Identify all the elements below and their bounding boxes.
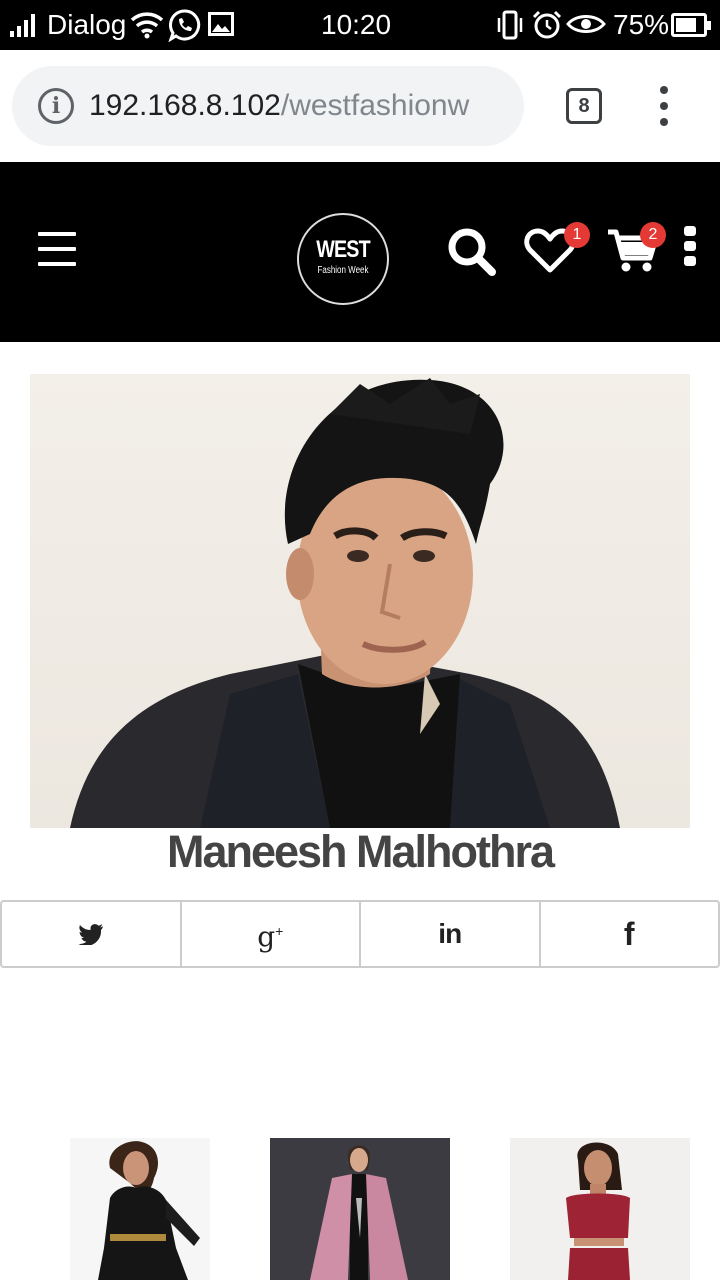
linkedin-icon: in [438,918,462,949]
vibrate-icon [497,10,523,40]
whatsapp-icon [168,9,201,42]
url-path: /westfashionw [280,89,470,122]
cart-count-badge: 2 [640,222,666,248]
designer-name: Maneesh Malhothra [166,826,555,877]
tabs-icon[interactable]: 8 [566,88,602,124]
product-thumbnail-1[interactable] [70,1138,210,1280]
google-plus-icon: g+ [257,920,284,954]
product-thumbnail-3[interactable] [510,1138,690,1280]
wishlist-count-badge: 1 [564,222,590,248]
battery-icon [671,13,711,37]
info-icon[interactable]: i [38,88,74,124]
menu-icon[interactable] [38,232,76,266]
product-image-pink-coat [310,1145,408,1280]
portrait-illustration [70,378,620,828]
eye-icon [566,15,606,33]
alarm-icon [532,10,562,39]
share-facebook-button[interactable]: f [539,900,720,968]
share-bar: g+ in f [0,900,720,968]
product-thumbnail-2[interactable] [270,1138,450,1280]
twitter-icon [78,924,103,945]
designer-portrait [30,374,690,828]
battery-percent: 75% [613,9,670,40]
url-text[interactable]: 192.168.8.102/westfashionw [89,87,517,125]
share-linkedin-button[interactable]: in [360,900,540,968]
wifi-icon [130,12,164,39]
logo-subtitle: Fashion Week [317,265,369,276]
search-icon[interactable] [446,226,498,278]
clock: 10:20 [321,9,392,40]
carrier-name: Dialog [47,9,127,40]
product-image-red-top [566,1142,630,1280]
facebook-icon: f [623,915,635,952]
gallery-icon [208,12,234,36]
browser-toolbar: i 192.168.8.102/westfashionw 8 [0,50,720,162]
brand-logo[interactable]: WEST Fashion Week [297,213,389,305]
url-host: 192.168.8.102 [89,89,281,122]
logo-title: WEST [316,236,370,263]
status-bar: Dialog 10:20 75% [0,0,720,50]
site-header: WEST Fashion Week 1 2 [0,162,720,342]
share-google-plus-button[interactable]: g+ [180,900,360,968]
header-more-icon[interactable] [683,226,697,266]
address-bar[interactable]: i 192.168.8.102/westfashionw [12,66,524,146]
product-image-black-dress [98,1141,200,1280]
more-icon[interactable] [654,86,674,126]
signal-icon [10,13,35,37]
share-twitter-button[interactable] [0,900,181,968]
